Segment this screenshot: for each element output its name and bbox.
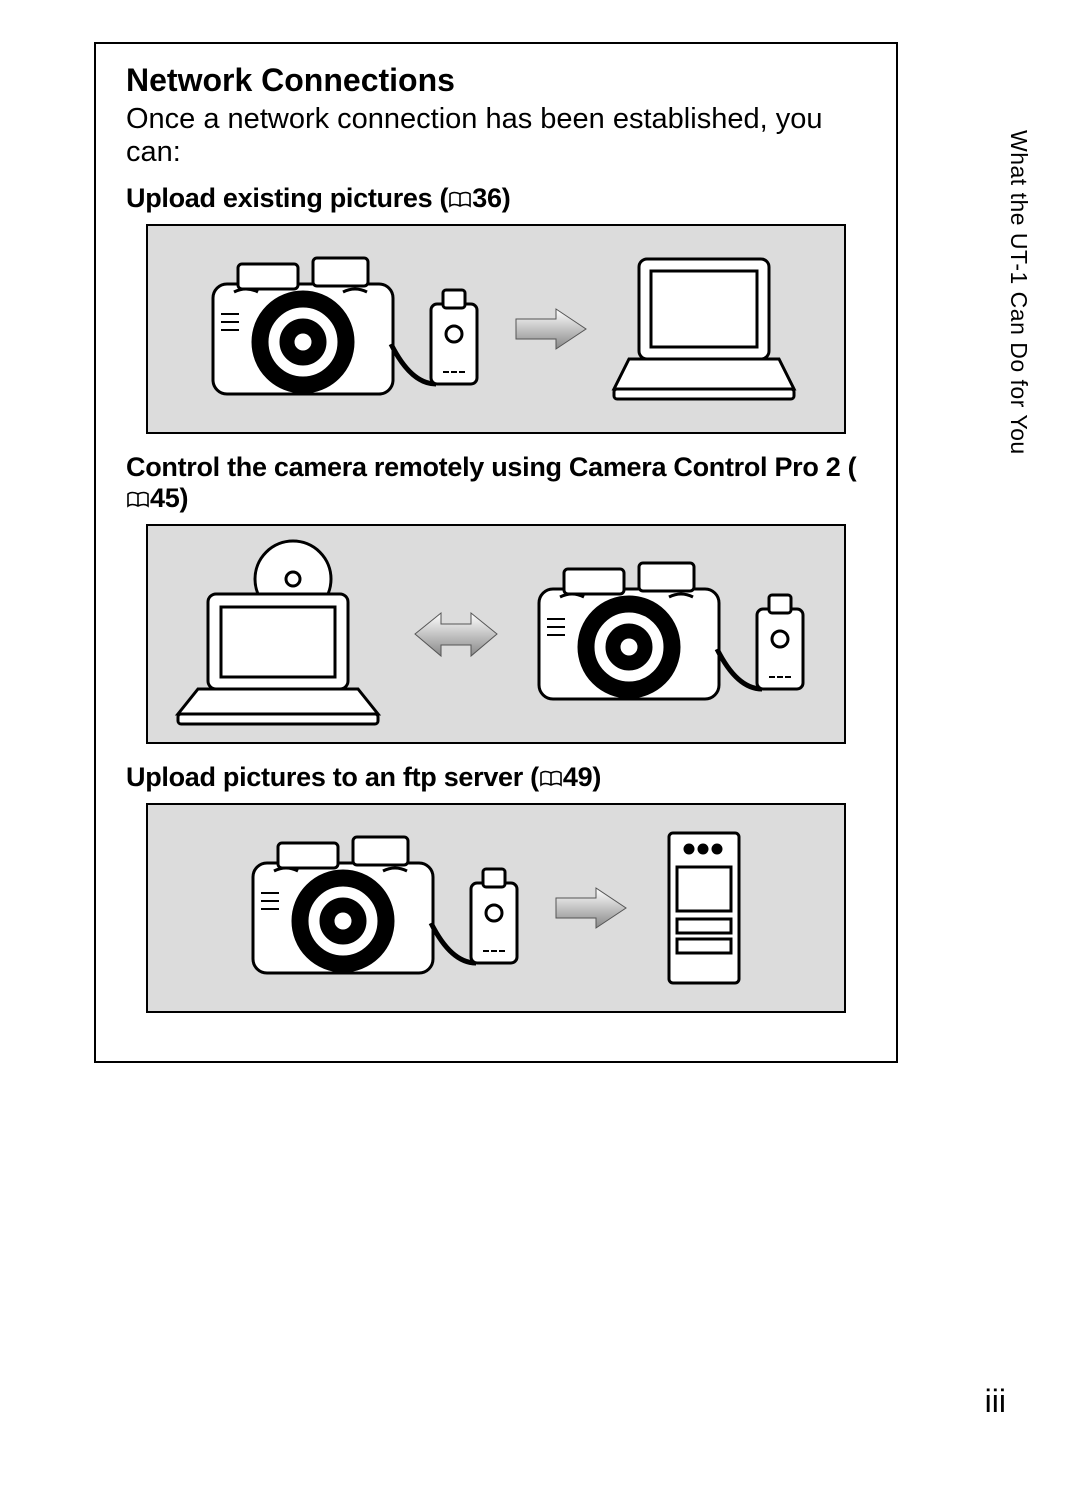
- feature-heading-remote-control: Control the camera remotely using Camera…: [126, 452, 866, 514]
- camera-with-transmitter-icon: [519, 549, 819, 719]
- illustration-ftp-upload: [146, 803, 846, 1013]
- laptop-icon: [609, 249, 799, 409]
- feature-heading-ftp: Upload pictures to an ftp server ( 49): [126, 762, 866, 793]
- content-box: Network Connections Once a network conne…: [94, 42, 898, 1063]
- illustration-remote-control: [146, 524, 846, 744]
- feature-label-suffix: ): [502, 183, 511, 213]
- server-tower-icon: [649, 823, 759, 993]
- book-icon: [126, 491, 150, 509]
- feature-label: Upload pictures to an ftp server (: [126, 762, 539, 792]
- feature-heading-upload: Upload existing pictures ( 36): [126, 183, 866, 214]
- side-tab: What the UT-1 Can Do for You: [1005, 130, 1032, 455]
- section-title: Network Connections: [126, 62, 866, 99]
- intro-text: Once a network connection has been estab…: [126, 103, 866, 169]
- camera-with-transmitter-icon: [193, 244, 493, 414]
- page-number: iii: [985, 1383, 1006, 1420]
- feature-label: Control the camera remotely using Camera…: [126, 452, 856, 482]
- laptop-with-disc-icon: [173, 539, 393, 729]
- illustration-upload-pictures: [146, 224, 846, 434]
- feature-label: Upload existing pictures (: [126, 183, 448, 213]
- page-ref: 36: [472, 183, 501, 213]
- arrow-right-icon: [551, 883, 631, 933]
- book-icon: [539, 770, 563, 788]
- page-ref: 49: [563, 762, 592, 792]
- feature-label-suffix: ): [179, 483, 188, 513]
- page-ref: 45: [150, 483, 179, 513]
- arrow-bidirectional-icon: [411, 607, 501, 662]
- book-icon: [448, 191, 472, 209]
- manual-page: Network Connections Once a network conne…: [0, 0, 1080, 1486]
- feature-label-suffix: ): [592, 762, 601, 792]
- camera-with-transmitter-icon: [233, 823, 533, 993]
- arrow-right-icon: [511, 304, 591, 354]
